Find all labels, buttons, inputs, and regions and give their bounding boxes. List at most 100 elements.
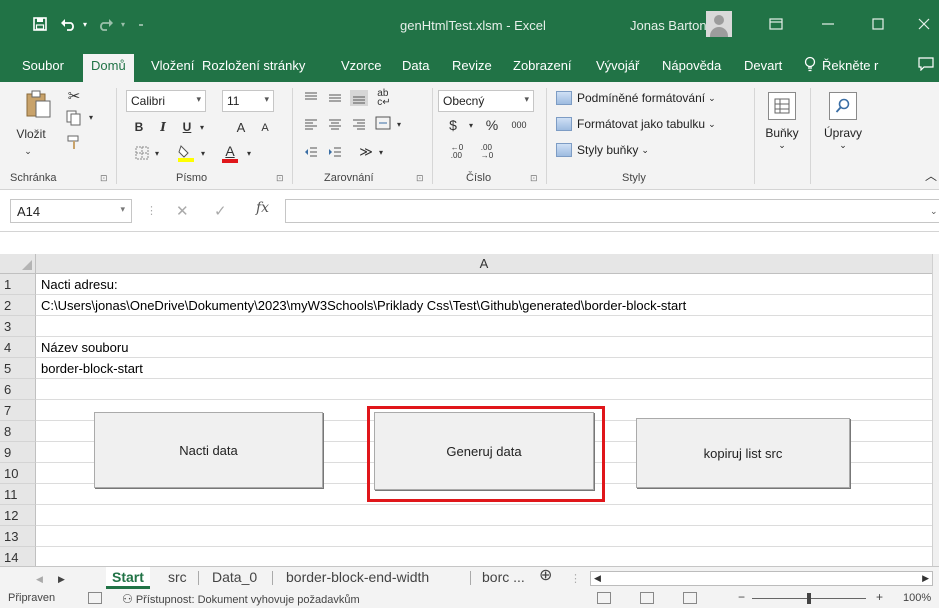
grow-font-button[interactable]: A	[234, 118, 248, 136]
align-right-icon[interactable]	[350, 116, 368, 132]
zoom-out-icon[interactable]: −	[738, 590, 745, 604]
merge-center-icon[interactable]	[374, 114, 392, 132]
cancel-icon[interactable]: ✕	[176, 202, 189, 220]
cells-button[interactable]: Buňky ⌄	[760, 92, 804, 151]
zoom-thumb[interactable]	[807, 593, 811, 604]
number-launcher-icon[interactable]: ⊡	[530, 173, 538, 184]
align-left-icon[interactable]	[302, 116, 320, 132]
zoom-level[interactable]: 100%	[903, 592, 931, 604]
zoom-in-icon[interactable]: +	[876, 590, 883, 604]
row-header[interactable]: 9	[0, 442, 36, 463]
align-middle-icon[interactable]	[326, 90, 344, 106]
alignment-launcher-icon[interactable]: ⊡	[416, 173, 424, 184]
number-format-select[interactable]: Obecný ▾	[438, 90, 534, 112]
scroll-right-arrow-icon[interactable]: ▶	[922, 573, 929, 584]
page-layout-view-icon[interactable]	[640, 592, 654, 604]
cell-a13[interactable]	[36, 526, 932, 547]
tab-domu[interactable]: Domů	[83, 54, 134, 82]
align-bottom-icon[interactable]	[350, 90, 368, 106]
formula-bar-expand-icon[interactable]: ⌄	[930, 206, 938, 217]
row-header[interactable]: 11	[0, 484, 36, 505]
accessibility-status[interactable]: ⚇ Přístupnost: Dokument vyhovuje požadav…	[122, 592, 360, 606]
italic-button[interactable]: I	[156, 118, 170, 136]
zoom-slider[interactable]	[752, 593, 866, 604]
lightbulb-icon[interactable]	[804, 56, 816, 75]
cell-a12[interactable]	[36, 505, 932, 526]
font-launcher-icon[interactable]: ⊡	[276, 173, 284, 184]
paste-icon[interactable]	[22, 88, 56, 120]
ribbon-display-options-icon[interactable]	[762, 12, 790, 36]
format-painter-icon[interactable]	[64, 132, 84, 152]
tab-vyvojar[interactable]: Vývojář	[596, 58, 639, 73]
tab-vlozeni[interactable]: Vložení	[151, 58, 194, 73]
tab-vzorce[interactable]: Vzorce	[341, 58, 381, 73]
tab-data[interactable]: Data	[402, 58, 429, 73]
decrease-indent-icon[interactable]	[302, 144, 320, 160]
fill-color-icon[interactable]	[176, 142, 196, 164]
undo-dropdown-icon[interactable]: ▾	[80, 14, 90, 34]
font-color-dropdown-icon[interactable]: ▾	[244, 146, 254, 160]
undo-icon[interactable]	[58, 14, 78, 34]
currency-button[interactable]: $	[446, 116, 460, 134]
add-sheet-icon[interactable]: ⊕	[539, 566, 552, 588]
name-box[interactable]: A14 ▾	[10, 199, 132, 223]
clipboard-launcher-icon[interactable]: ⊡	[100, 173, 108, 184]
increase-decimal-icon[interactable]: ←0.00	[446, 142, 468, 162]
customize-toolbar-icon[interactable]: ₌	[134, 14, 148, 34]
row-header[interactable]: 12	[0, 505, 36, 526]
save-icon[interactable]	[30, 14, 50, 34]
increase-indent-icon[interactable]	[326, 144, 344, 160]
copy-icon[interactable]	[64, 108, 84, 128]
scroll-left-arrow-icon[interactable]: ◀	[594, 573, 601, 584]
horizontal-scrollbar[interactable]: ◀ ▶	[590, 571, 933, 586]
decrease-decimal-icon[interactable]: .00 →0	[476, 142, 498, 162]
user-name[interactable]: Jonas Barton	[630, 18, 707, 33]
paste-dropdown-icon[interactable]: ⌄	[18, 144, 38, 158]
editing-button[interactable]: Úpravy ⌄	[818, 92, 868, 151]
fill-color-dropdown-icon[interactable]: ▾	[198, 146, 208, 160]
formula-input[interactable]	[285, 199, 939, 223]
insert-function-button[interactable]: fx	[256, 200, 269, 216]
shrink-font-button[interactable]: A	[258, 120, 272, 136]
tab-soubor[interactable]: Soubor	[22, 58, 64, 73]
orientation-icon[interactable]: ≫	[356, 142, 376, 162]
bold-button[interactable]: B	[132, 118, 146, 136]
select-all-corner[interactable]	[0, 254, 36, 274]
cell-a1[interactable]: Nacti adresu:	[36, 274, 932, 295]
row-header[interactable]: 3	[0, 316, 36, 337]
avatar[interactable]	[706, 11, 732, 37]
redo-dropdown-icon[interactable]: ▾	[118, 14, 128, 34]
scroll-tabs-right-icon[interactable]: ▶	[58, 569, 65, 591]
close-icon[interactable]	[910, 12, 938, 36]
vertical-scrollbar[interactable]	[932, 254, 939, 566]
page-break-view-icon[interactable]	[683, 592, 697, 604]
format-as-table-button[interactable]: Formátovat jako tabulku ⌄	[556, 114, 716, 134]
normal-view-icon[interactable]	[597, 592, 611, 604]
cell-a2[interactable]: C:\Users\jonas\OneDrive\Dokumenty\2023\m…	[36, 295, 932, 316]
generuj-data-button[interactable]: Generuj data	[374, 412, 594, 490]
row-header[interactable]: 4	[0, 337, 36, 358]
tab-zobrazeni[interactable]: Zobrazení	[513, 58, 572, 73]
copy-dropdown-icon[interactable]: ▾	[86, 110, 96, 124]
row-header[interactable]: 6	[0, 379, 36, 400]
merge-dropdown-icon[interactable]: ▾	[394, 118, 404, 130]
enter-icon[interactable]: ✓	[214, 202, 227, 220]
cell-a4[interactable]: Název souboru	[36, 337, 932, 358]
minimize-icon[interactable]	[814, 12, 842, 36]
row-header[interactable]: 13	[0, 526, 36, 547]
scroll-tabs-left-icon[interactable]: ◀	[36, 569, 43, 591]
redo-icon[interactable]	[96, 14, 116, 34]
percent-button[interactable]: %	[484, 116, 500, 134]
font-size-select[interactable]: 11 ▾	[222, 90, 274, 112]
cell-styles-button[interactable]: Styly buňky ⌄	[556, 140, 649, 160]
sheet-tab-border-block-end-width[interactable]: border-block-end-width	[286, 567, 429, 589]
tell-me-search[interactable]: Řekněte r	[822, 58, 878, 73]
tab-rozlozeni-stranky[interactable]: Rozložení stránky	[202, 58, 305, 73]
tab-revize[interactable]: Revize	[452, 58, 492, 73]
macro-recording-icon[interactable]	[88, 592, 102, 604]
row-header[interactable]: 8	[0, 421, 36, 442]
maximize-icon[interactable]	[864, 12, 892, 36]
underline-button[interactable]: U	[180, 118, 194, 136]
cell-a3[interactable]	[36, 316, 932, 337]
thousands-button[interactable]: 000	[508, 118, 530, 132]
